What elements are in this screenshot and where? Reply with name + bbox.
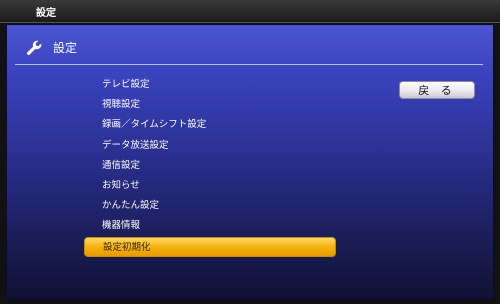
settings-panel: 設定 テレビ設定 視聴設定 録画／タイムシフト設定 データ放送設定 通信設定 お…	[6, 24, 494, 300]
page-title: 設定	[53, 41, 78, 55]
menu-item-reset-settings[interactable]: 設定初期化	[84, 236, 336, 257]
menu-item-notifications[interactable]: お知らせ	[84, 176, 336, 196]
menu-item-viewing-settings[interactable]: 視聴設定	[84, 95, 336, 115]
menu-item-tv-settings[interactable]: テレビ設定	[84, 75, 336, 95]
menu-item-recording-timeshift-settings[interactable]: 録画／タイムシフト設定	[84, 115, 336, 135]
wrench-icon	[27, 40, 42, 55]
back-button[interactable]: 戻 る	[399, 81, 475, 99]
menu-item-network-settings[interactable]: 通信設定	[84, 156, 336, 176]
menu-item-data-broadcast-settings[interactable]: データ放送設定	[84, 136, 336, 156]
window-title: 設定	[36, 8, 56, 19]
settings-window: 設定 設定 テレビ設定 視聴設定 録画／タイムシフト設定 データ放送設定 通信設…	[0, 0, 500, 304]
menu-item-device-info[interactable]: 機器情報	[84, 216, 336, 236]
menu-item-easy-setup[interactable]: かんたん設定	[84, 196, 336, 216]
title-bar: 設定	[0, 0, 500, 23]
header-divider	[15, 64, 483, 65]
settings-menu: テレビ設定 視聴設定 録画／タイムシフト設定 データ放送設定 通信設定 お知らせ…	[84, 75, 344, 257]
